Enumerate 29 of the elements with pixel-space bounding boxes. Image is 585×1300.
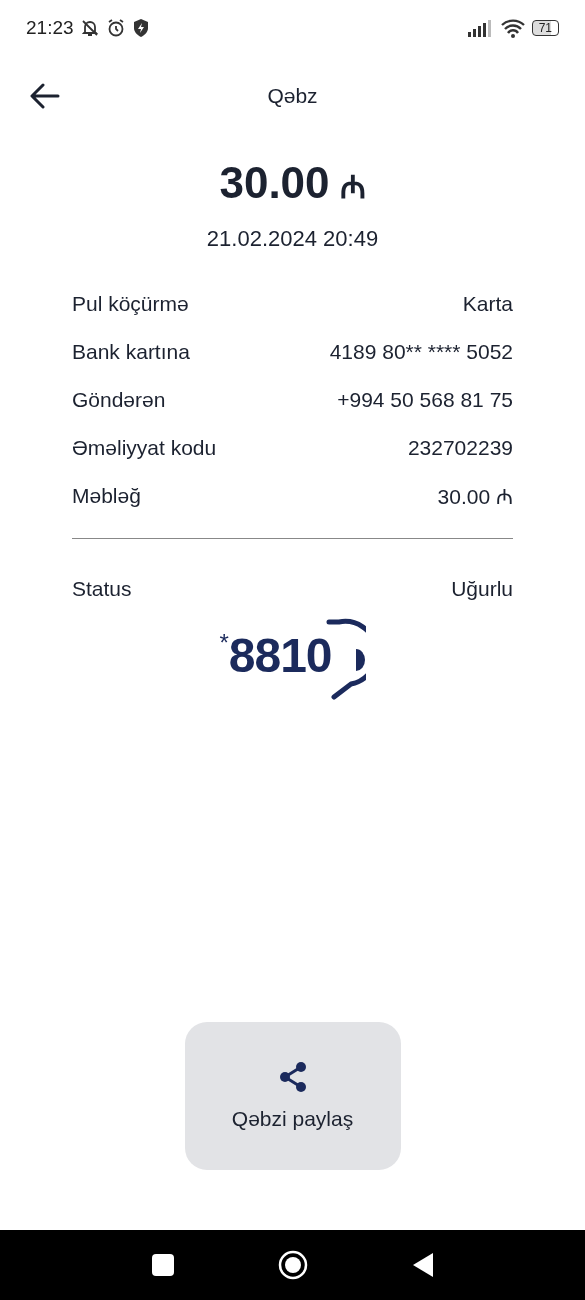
detail-label: Bank kartına <box>72 340 190 364</box>
share-button[interactable]: Qəbzi paylaş <box>184 1022 401 1170</box>
transaction-date: 21.02.2024 20:49 <box>205 226 380 252</box>
back-icon[interactable] <box>411 1252 434 1278</box>
detail-label: Əməliyyat kodu <box>72 436 217 460</box>
amount: 30.00 ₼ <box>218 158 367 208</box>
page-title: Qəbz <box>267 84 318 108</box>
status-value: Uğurlu <box>451 577 513 601</box>
detail-value: 232702239 <box>407 436 513 460</box>
logo-number: 8810 <box>228 628 332 684</box>
detail-label: Məbləğ <box>72 484 141 508</box>
signal-icon <box>467 19 494 37</box>
detail-value: Karta <box>462 292 513 316</box>
detail-value: 4189 80** **** 5052 <box>329 340 513 364</box>
wifi-icon <box>499 18 526 38</box>
share-icon <box>277 1061 308 1093</box>
detail-label: Göndərən <box>72 388 166 412</box>
status-label: Status <box>72 577 132 601</box>
recents-icon[interactable] <box>151 1254 174 1276</box>
detail-label: Pul köçürmə <box>72 292 189 316</box>
status-time: 21:23 <box>26 17 74 39</box>
shield-icon <box>131 18 150 38</box>
muted-bell-icon <box>79 18 100 38</box>
home-icon[interactable] <box>277 1250 308 1280</box>
detail-value: +994 50 568 81 75 <box>337 388 513 412</box>
detail-value: 30.00 ₼ <box>437 484 513 510</box>
logo-asterisk: * <box>219 629 229 656</box>
battery-icon: 71 <box>531 20 559 36</box>
back-arrow-icon[interactable] <box>30 83 60 109</box>
